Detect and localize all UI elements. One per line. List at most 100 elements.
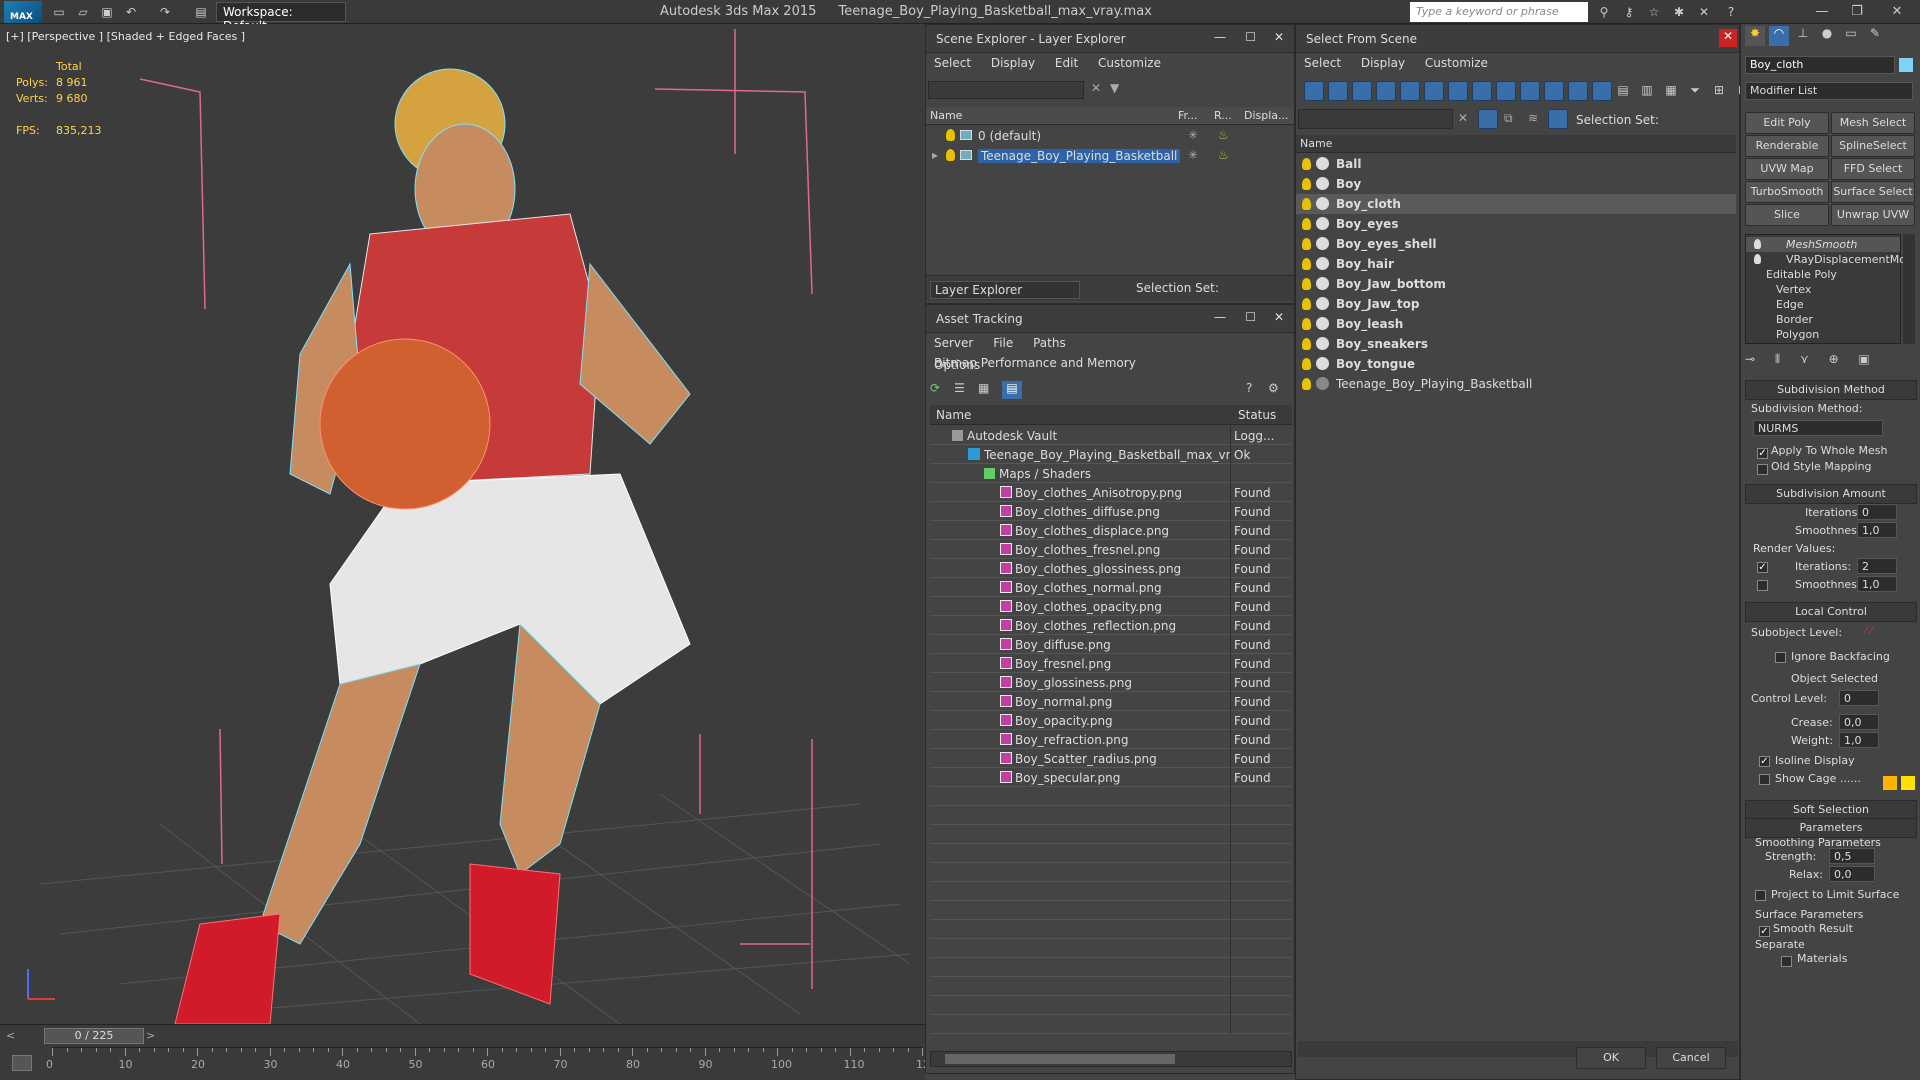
- cameras-filter-icon[interactable]: [1448, 81, 1468, 101]
- asset-row[interactable]: Autodesk Vault Logg...: [930, 426, 1292, 445]
- render-smoothness-checkbox[interactable]: [1757, 580, 1768, 591]
- menu-server[interactable]: Server: [926, 333, 981, 353]
- column-view-icon[interactable]: ▦: [1662, 83, 1680, 101]
- object-color-swatch[interactable]: [1899, 58, 1913, 72]
- modifier-button[interactable]: Mesh Select: [1831, 112, 1915, 134]
- modify-tab-icon[interactable]: ◠: [1769, 26, 1789, 46]
- strength-spinner[interactable]: 0,5: [1829, 848, 1875, 864]
- menu-customize[interactable]: Customize: [1090, 53, 1169, 73]
- col-name[interactable]: Name: [936, 408, 971, 422]
- smooth-result-checkbox[interactable]: ✓: [1759, 926, 1770, 937]
- menu-select[interactable]: Select: [926, 53, 979, 73]
- expand-arrow-icon[interactable]: ▸: [932, 148, 938, 162]
- invert-display-icon[interactable]: [1352, 81, 1372, 101]
- light-bulb-icon[interactable]: [1302, 298, 1311, 310]
- object-name-field[interactable]: Boy_cloth: [1745, 56, 1895, 74]
- asset-row[interactable]: Boy_clothes_diffuse.png Found: [930, 502, 1292, 521]
- save-icon[interactable]: ▣: [98, 3, 116, 21]
- col-status[interactable]: Status: [1238, 408, 1276, 422]
- asset-row[interactable]: Boy_clothes_Anisotropy.png Found: [930, 483, 1292, 502]
- light-bulb-icon[interactable]: [1302, 198, 1311, 210]
- helpers-filter-icon[interactable]: [1472, 81, 1492, 101]
- render-teapot-icon[interactable]: ♨: [1218, 128, 1229, 142]
- hierarchy-icon[interactable]: ⧉: [1504, 111, 1513, 126]
- subobject-level-icon[interactable]: ⁄ ⁄: [1865, 624, 1872, 637]
- subdivision-amount-header[interactable]: Subdivision Amount: [1745, 484, 1917, 504]
- redo-icon[interactable]: ↷: [156, 3, 174, 21]
- col-render[interactable]: R...: [1214, 109, 1232, 122]
- asset-row[interactable]: Maps / Shaders: [930, 464, 1292, 483]
- asset-row[interactable]: Boy_specular.png Found: [930, 768, 1292, 787]
- freeze-icon[interactable]: ✳: [1188, 128, 1198, 142]
- object-list-item[interactable]: Boy_eyes_shell: [1296, 234, 1736, 254]
- crease-spinner[interactable]: 0,0: [1839, 714, 1879, 730]
- menu-edit[interactable]: Edit: [1047, 53, 1086, 73]
- light-bulb-icon[interactable]: [1302, 218, 1311, 230]
- object-list-item[interactable]: Boy_tongue: [1296, 354, 1736, 374]
- smoothness-spinner[interactable]: 1,0: [1857, 522, 1897, 538]
- filter-icon[interactable]: [1478, 109, 1498, 129]
- refresh-icon[interactable]: ⟳: [930, 381, 948, 399]
- close-icon[interactable]: ✕: [1274, 30, 1284, 44]
- menu-file[interactable]: File: [985, 333, 1021, 353]
- object-list-item[interactable]: Teenage_Boy_Playing_Basketball: [1296, 374, 1736, 394]
- freeze-icon[interactable]: ✳: [1188, 148, 1198, 162]
- search-input[interactable]: Type a keyword or phrase: [1410, 2, 1588, 22]
- project-folder-icon[interactable]: ▤: [192, 3, 210, 21]
- cage-color-swatch[interactable]: [1883, 776, 1897, 790]
- object-list-item[interactable]: Boy_leash: [1296, 314, 1736, 334]
- lights-filter-icon[interactable]: [1424, 81, 1444, 101]
- close-icon[interactable]: ✕: [1719, 29, 1737, 47]
- materials-checkbox[interactable]: [1781, 956, 1792, 967]
- light-bulb-icon[interactable]: [1302, 378, 1311, 390]
- menu-select[interactable]: Select: [1296, 53, 1349, 73]
- asset-row[interactable]: Boy_fresnel.png Found: [930, 654, 1292, 673]
- modifier-button[interactable]: Unwrap UVW: [1831, 204, 1915, 226]
- find-input[interactable]: [1298, 109, 1453, 129]
- asset-row[interactable]: Boy_clothes_reflection.png Found: [930, 616, 1292, 635]
- render-iterations-spinner[interactable]: 2: [1857, 558, 1897, 574]
- light-bulb-icon[interactable]: [1302, 258, 1311, 270]
- perspective-viewport[interactable]: [+] [Perspective ] [Shaded + Edged Faces…: [0, 24, 925, 1024]
- menu-paths[interactable]: Paths: [1025, 333, 1074, 353]
- funnel-icon[interactable]: ⏷: [1686, 83, 1704, 101]
- display-all-icon[interactable]: [1328, 81, 1348, 101]
- prev-frame-icon[interactable]: <: [6, 1029, 15, 1042]
- modifier-button[interactable]: Slice: [1745, 204, 1829, 226]
- list-view-icon[interactable]: ▤: [1614, 83, 1632, 101]
- modifier-stack-item[interactable]: Border: [1746, 312, 1900, 327]
- stack-tools[interactable]: ⊸ ⦀ ⋎ ⊕ ▣: [1745, 352, 1917, 372]
- modifier-button[interactable]: Renderable Spline: [1745, 135, 1829, 157]
- light-bulb-icon[interactable]: [1302, 358, 1311, 370]
- light-bulb-icon[interactable]: [1302, 338, 1311, 350]
- timeline-ruler[interactable]: 0 10 20 30 40 50 60 70 80 90 100 110 12: [46, 1047, 930, 1071]
- bones-filter-icon[interactable]: [1568, 81, 1588, 101]
- binoculars-icon[interactable]: ⚲: [1595, 3, 1613, 21]
- close-icon[interactable]: ✕: [1880, 2, 1914, 22]
- show-cage-checkbox[interactable]: [1759, 774, 1770, 785]
- layers-icon[interactable]: ≋: [1528, 111, 1538, 125]
- selection-set-icon[interactable]: [1548, 109, 1568, 129]
- asset-row[interactable]: Teenage_Boy_Playing_Basketball_max_vray.…: [930, 445, 1292, 464]
- modifier-stack-item[interactable]: Vertex: [1746, 282, 1900, 297]
- light-bulb-icon[interactable]: [1302, 178, 1311, 190]
- key-icon[interactable]: ⚷: [1620, 3, 1638, 21]
- layer-row[interactable]: ▸ Teenage_Boy_Playing_Basketball ✳ ♨: [926, 146, 1294, 165]
- modifier-button[interactable]: Surface Select: [1831, 181, 1915, 203]
- clear-icon[interactable]: ✕: [1458, 111, 1468, 125]
- modifier-stack-item[interactable]: Polygon: [1746, 327, 1900, 342]
- light-bulb-icon[interactable]: [1302, 318, 1311, 330]
- layer-row[interactable]: 0 (default) ✳ ♨: [926, 126, 1294, 145]
- light-bulb-icon[interactable]: [946, 129, 955, 141]
- minimize-icon[interactable]: —: [1805, 2, 1839, 22]
- explorer-type-dropdown[interactable]: Layer Explorer: [930, 281, 1080, 299]
- object-list-item[interactable]: Boy: [1296, 174, 1736, 194]
- ignore-backfacing-checkbox[interactable]: [1775, 652, 1786, 663]
- cage-selected-color-swatch[interactable]: [1901, 776, 1915, 790]
- stack-scrollbar[interactable]: [1903, 234, 1915, 344]
- scrollbar-thumb[interactable]: [945, 1054, 1175, 1064]
- col-freeze[interactable]: Fr...: [1178, 109, 1198, 122]
- old-style-mapping-checkbox[interactable]: [1757, 464, 1768, 475]
- maximize-icon[interactable]: ☐: [1245, 30, 1256, 44]
- close-x-icon[interactable]: ✕: [1695, 3, 1713, 21]
